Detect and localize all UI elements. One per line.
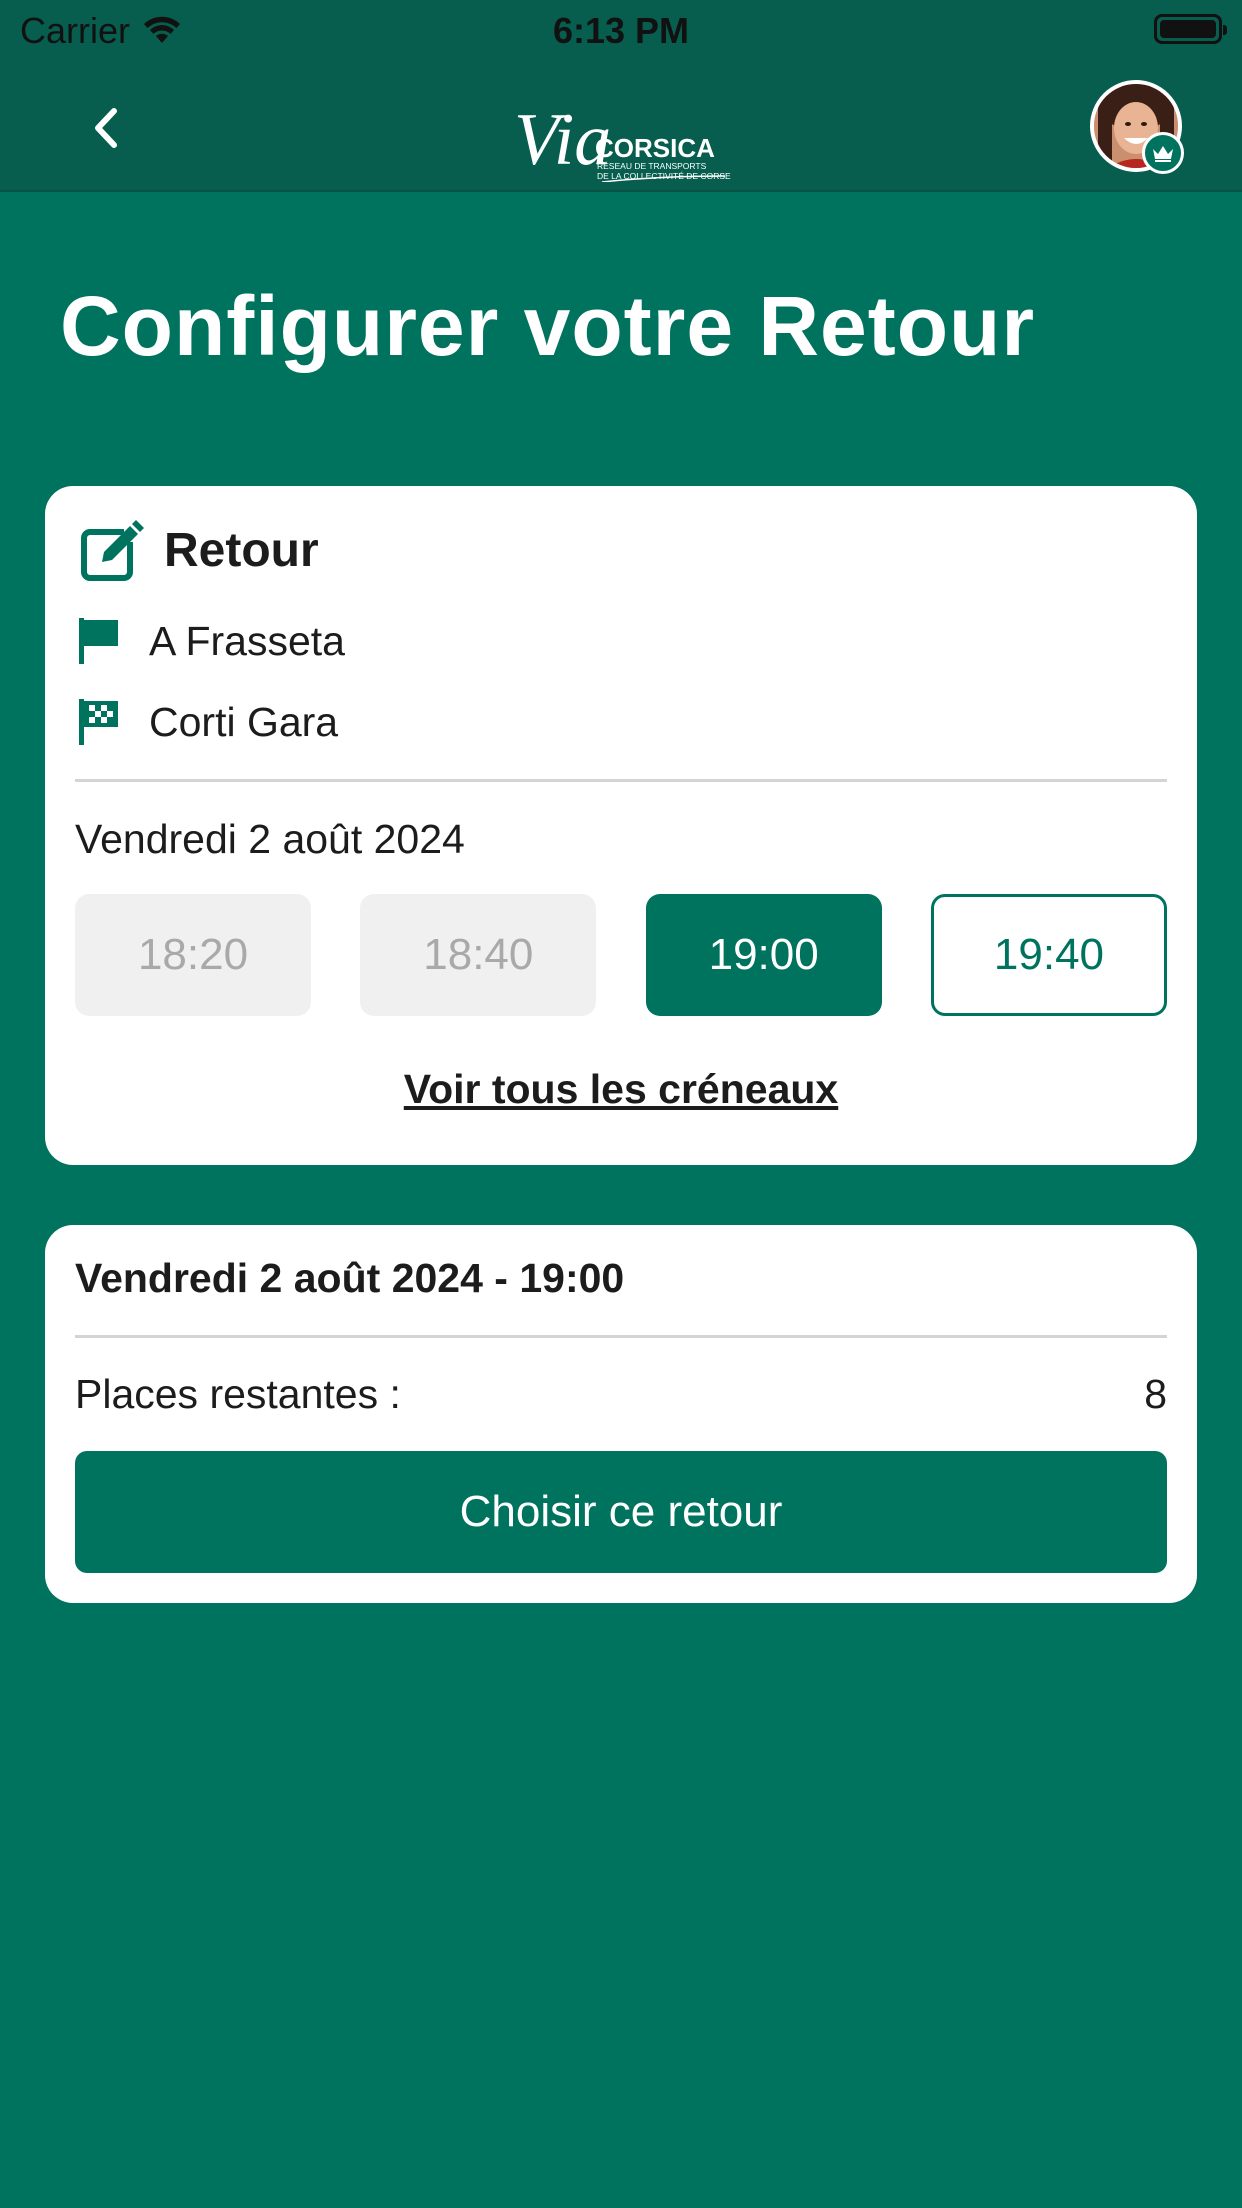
destination-stop: Corti Gara xyxy=(149,698,339,745)
flag-icon xyxy=(79,618,118,664)
remaining-seats-value: 8 xyxy=(1144,1371,1167,1417)
origin-row: A Frasseta xyxy=(77,616,345,666)
crown-icon xyxy=(1153,146,1173,162)
back-button[interactable] xyxy=(80,98,130,158)
page-title: Configurer votre Retour xyxy=(60,279,1036,373)
via-corsica-logo: Via CORSICA RÉSEAU DE TRANSPORTS DE LA C… xyxy=(514,99,731,182)
time-slot-1840[interactable]: 18:40 xyxy=(360,894,597,1016)
avatar[interactable] xyxy=(1090,80,1184,174)
origin-stop: A Frasseta xyxy=(149,617,345,664)
premium-badge xyxy=(1142,132,1184,174)
remaining-seats-label: Places restantes : xyxy=(75,1371,401,1417)
time-slots: 18:20 18:40 19:00 19:40 xyxy=(75,894,1167,1016)
trip-date: Vendredi 2 août 2024 xyxy=(75,816,465,862)
battery-level xyxy=(1160,20,1216,38)
edit-icon[interactable] xyxy=(80,518,146,582)
trip-header: Retour xyxy=(80,518,319,582)
trip-card: Retour A Frasseta Corti Gara Vendredi 2 … xyxy=(45,486,1197,1165)
clock: 6:13 PM xyxy=(552,10,690,51)
selected-departure: Vendredi 2 août 2024 - 19:00 xyxy=(75,1255,625,1301)
chevron-left-icon xyxy=(95,108,117,148)
destination-row: Corti Gara xyxy=(77,697,338,747)
time-slot-1900[interactable]: 19:00 xyxy=(645,894,882,1016)
checkered-flag-icon xyxy=(79,699,118,745)
trip-header-title: Retour xyxy=(164,523,319,577)
time-slot-1820[interactable]: 18:20 xyxy=(75,894,311,1016)
logo-tagline-1: RÉSEAU DE TRANSPORTS xyxy=(597,161,707,171)
status-bar: Carrier 6:13 PM xyxy=(0,0,1242,62)
summary-card: Vendredi 2 août 2024 - 19:00 Places rest… xyxy=(45,1225,1197,1603)
logo-corsica-text: CORSICA xyxy=(595,133,715,163)
trip-divider xyxy=(75,779,1167,782)
see-all-slots-link[interactable]: Voir tous les créneaux xyxy=(45,1066,1197,1113)
time-slot-1940[interactable]: 19:40 xyxy=(930,894,1167,1016)
summary-divider xyxy=(75,1335,1167,1338)
battery-tip xyxy=(1223,25,1227,35)
battery-icon xyxy=(1154,14,1227,44)
choose-return-button[interactable]: Choisir ce retour xyxy=(75,1451,1167,1573)
navigation-bar: Via CORSICA RÉSEAU DE TRANSPORTS DE LA C… xyxy=(0,62,1242,192)
